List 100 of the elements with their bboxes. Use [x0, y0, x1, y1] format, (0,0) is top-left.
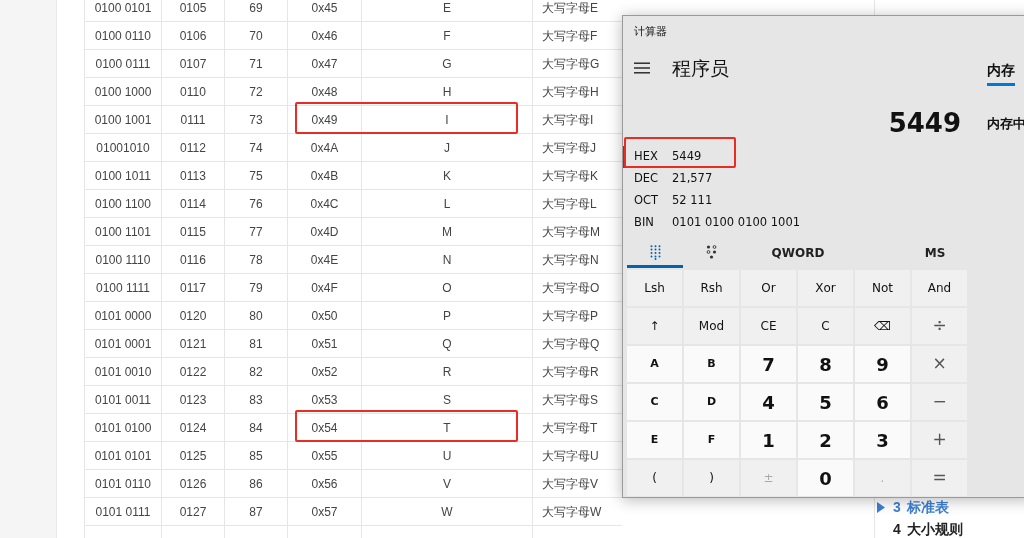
table-cell: 0x4F — [287, 273, 362, 302]
calculator-key[interactable]: C — [627, 384, 682, 420]
calculator-key[interactable]: ÷ — [912, 308, 967, 344]
toc-link[interactable]: 4 大小规则 — [875, 520, 963, 538]
table-cell: 大写字母E — [532, 0, 622, 22]
table-cell: 71 — [224, 49, 288, 78]
table-cell: 0127 — [161, 497, 225, 526]
calculator-key[interactable]: Mod — [684, 308, 739, 344]
calculator-key[interactable]: ↑ — [627, 308, 682, 344]
table-cell: 80 — [224, 301, 288, 330]
calculator-key[interactable]: 7 — [741, 346, 796, 382]
calculator-key[interactable]: C — [798, 308, 853, 344]
calculator-key[interactable]: 5 — [798, 384, 853, 420]
calculator-key[interactable]: Not — [855, 270, 910, 306]
table-cell: 0123 — [161, 385, 225, 414]
radix-row[interactable]: BIN 0101 0100 0100 1001 — [623, 212, 823, 234]
table-cell: 85 — [224, 441, 288, 470]
calculator-key[interactable]: 4 — [741, 384, 796, 420]
calculator-key[interactable]: F — [684, 422, 739, 458]
table-cell: 0124 — [161, 413, 225, 442]
table-cell: 0x52 — [287, 357, 362, 386]
table-cell: 0100 0111 — [84, 49, 162, 78]
table-cell: 0x48 — [287, 77, 362, 106]
table-cell: 0x55 — [287, 441, 362, 470]
triangle-marker-icon — [877, 501, 885, 513]
table-cell: 0125 — [161, 441, 225, 470]
calculator-key[interactable]: 6 — [855, 384, 910, 420]
table-cell: 0111 — [161, 105, 225, 134]
table-cell: 0100 1110 — [84, 245, 162, 274]
toc-link[interactable]: 3 标准表 — [875, 498, 949, 516]
calculator-key[interactable]: ⌫ — [855, 308, 910, 344]
table-cell: 0x4E — [287, 245, 362, 274]
calculator-key[interactable]: Rsh — [684, 270, 739, 306]
calculator-key[interactable]: × — [912, 346, 967, 382]
table-cell: F — [361, 21, 533, 50]
calculator-key[interactable]: Xor — [798, 270, 853, 306]
calculator-key[interactable]: ) — [684, 460, 739, 496]
table-cell: 0x4B — [287, 161, 362, 190]
table-cell: 79 — [224, 273, 288, 302]
mode-title: 程序员 — [672, 56, 729, 80]
table-cell: 0101 0111 — [84, 497, 162, 526]
memory-store-button[interactable]: MS — [907, 240, 963, 268]
table-cell: G — [361, 49, 533, 78]
radix-row[interactable]: OCT 52 111 — [623, 190, 823, 212]
table-cell: 78 — [224, 245, 288, 274]
table-cell: 0121 — [161, 329, 225, 358]
table-cell: L — [361, 189, 533, 218]
calculator-key[interactable]: 3 — [855, 422, 910, 458]
table-cell: 0x47 — [287, 49, 362, 78]
table-cell: 0x54 — [287, 413, 362, 442]
calculator-key[interactable]: A — [627, 346, 682, 382]
table-cell: P — [361, 301, 533, 330]
calculator-key[interactable]: + — [912, 422, 967, 458]
calculator-key[interactable]: And — [912, 270, 967, 306]
table-cell: 86 — [224, 469, 288, 498]
table-cell: 0x45 — [287, 0, 362, 22]
table-cell: 83 — [224, 385, 288, 414]
calculator-key[interactable]: ( — [627, 460, 682, 496]
table-cell: 0117 — [161, 273, 225, 302]
table-cell: 0112 — [161, 133, 225, 162]
table-cell: 0100 1101 — [84, 217, 162, 246]
table-cell: 0x53 — [287, 385, 362, 414]
calculator-key[interactable]: Or — [741, 270, 796, 306]
table-cell: 0120 — [161, 301, 225, 330]
table-cell: 0126 — [161, 469, 225, 498]
table-cell: W — [361, 497, 533, 526]
calculator-key[interactable]: = — [912, 460, 967, 496]
calculator-key[interactable]: CE — [741, 308, 796, 344]
calculator-key[interactable]: E — [627, 422, 682, 458]
table-cell: 0122 — [161, 357, 225, 386]
table-cell: Q — [361, 329, 533, 358]
calculator-key[interactable]: 2 — [798, 422, 853, 458]
radix-row[interactable]: DEC 21,577 — [623, 168, 823, 190]
calculator-key[interactable]: − — [912, 384, 967, 420]
table-cell: E — [361, 0, 533, 22]
table-cell: 73 — [224, 105, 288, 134]
table-cell: 70 — [224, 21, 288, 50]
table-cell: 0x46 — [287, 21, 362, 50]
memory-tab[interactable]: 内存 — [987, 48, 1015, 86]
table-cell: 76 — [224, 189, 288, 218]
radix-row[interactable]: HEX 5449 — [623, 146, 823, 168]
calculator-key[interactable]: D — [684, 384, 739, 420]
calculator-key[interactable]: Lsh — [627, 270, 682, 306]
word-size-button[interactable]: QWORD — [739, 240, 857, 268]
table-cell: 0100 1001 — [84, 105, 162, 134]
window-title: 计算器 — [633, 24, 667, 40]
table-cell: 0x4D — [287, 217, 362, 246]
calculator-key[interactable]: 8 — [798, 346, 853, 382]
table-cell: O — [361, 273, 533, 302]
memory-empty-text: 内存中 — [987, 115, 1024, 133]
calculator-key[interactable]: 9 — [855, 346, 910, 382]
calculator-key[interactable]: 1 — [741, 422, 796, 458]
table-cell: 0115 — [161, 217, 225, 246]
calculator-key[interactable]: B — [684, 346, 739, 382]
table-cell: 77 — [224, 217, 288, 246]
calculator-key[interactable]: 0 — [798, 460, 853, 496]
result-display: 5449 — [888, 107, 961, 139]
menu-button[interactable] — [634, 62, 650, 74]
table-cell: 0107 — [161, 49, 225, 78]
table-cell: 0101 0010 — [84, 357, 162, 386]
